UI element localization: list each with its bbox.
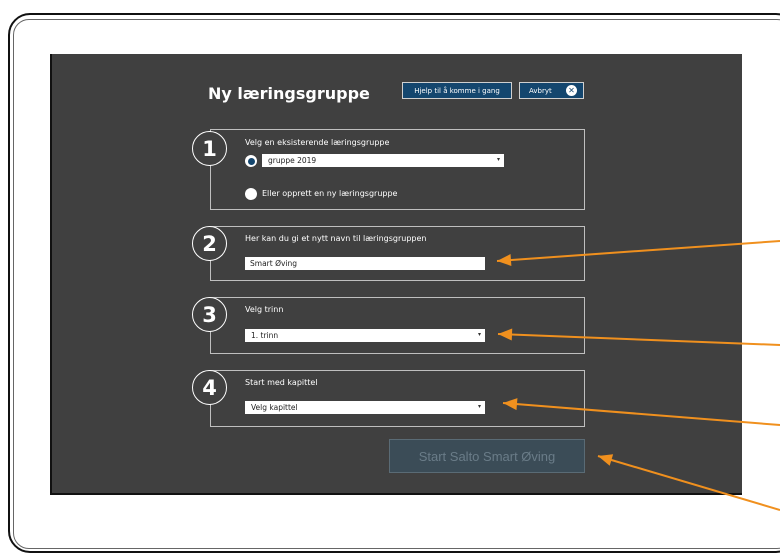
callout-arrow-grade-head [498,328,513,341]
callout-arrow-grade [497,333,780,346]
callout-arrow-chapter-head [503,398,518,411]
callout-arrows [496,240,780,511]
callout-arrow-start [597,455,780,511]
callout-arrow-start-head [598,454,614,466]
callout-arrow-name-field [496,240,780,262]
callout-arrow-chapter [502,402,780,426]
callout-arrow-name-field-head [497,254,512,266]
